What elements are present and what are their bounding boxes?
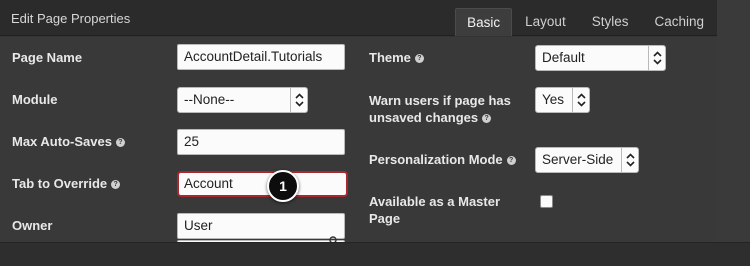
up-down-chevron-icon (290, 88, 307, 112)
question-circle-icon[interactable]: ? (506, 156, 516, 165)
module-select[interactable]: --None-- (177, 87, 308, 113)
up-down-chevron-icon (621, 148, 638, 172)
master-page-checkbox[interactable] (540, 195, 553, 208)
tab-layout[interactable]: Layout (512, 8, 579, 36)
properties-form: Page Name AccountDetail.Tutorials Module… (0, 37, 717, 252)
question-circle-icon[interactable]: ? (115, 138, 125, 147)
personalization-select[interactable]: Server-Side (535, 147, 639, 173)
theme-label-text: Theme (369, 50, 411, 65)
tab-bar: Basic Layout Styles Caching (455, 8, 717, 36)
owner-label: Owner (12, 218, 53, 233)
warn-unsaved-label-line2-wrap: unsaved changes? (369, 109, 511, 126)
warn-unsaved-label-line2: unsaved changes (369, 110, 479, 125)
personalization-label-text: Personalization Mode (369, 152, 503, 167)
module-select-value: --None-- (184, 92, 235, 107)
tab-basic[interactable]: Basic (455, 8, 513, 36)
tab-caching[interactable]: Caching (641, 8, 717, 36)
warn-unsaved-label-line1: Warn users if page has (369, 93, 511, 108)
tab-to-override-input[interactable]: Account (177, 171, 348, 197)
personalization-label: Personalization Mode? (369, 151, 516, 168)
question-circle-icon[interactable]: ? (414, 54, 424, 63)
tab-to-override-label-text: Tab to Override (12, 176, 108, 191)
question-circle-icon[interactable]: ? (111, 180, 121, 189)
warn-unsaved-select[interactable]: Yes (535, 87, 590, 113)
master-page-label-line1: Available as a Master (369, 194, 501, 209)
up-down-chevron-icon (572, 88, 589, 112)
max-auto-saves-label: Max Auto-Saves? (12, 133, 125, 150)
tab-styles[interactable]: Styles (579, 8, 642, 36)
step-marker: 1 (267, 170, 299, 202)
owner-input[interactable]: User (177, 213, 345, 239)
master-page-label-line2: Page (369, 211, 401, 226)
personalization-select-value: Server-Side (542, 152, 614, 167)
theme-label: Theme? (369, 49, 424, 66)
module-label: Module (12, 92, 58, 107)
up-down-chevron-icon (648, 46, 665, 70)
question-circle-icon[interactable]: ? (482, 114, 492, 123)
max-auto-saves-input[interactable]: 25 (177, 129, 345, 155)
theme-select[interactable]: Default (535, 45, 666, 71)
warn-unsaved-label: Warn users if page has unsaved changes? (369, 92, 511, 126)
max-auto-saves-label-text: Max Auto-Saves (12, 134, 112, 149)
master-page-label: Available as a Master Page (369, 193, 500, 227)
dialog-footer (0, 242, 750, 266)
scroll-gutter (717, 0, 750, 266)
theme-select-value: Default (542, 50, 585, 65)
tab-to-override-label: Tab to Override? (12, 175, 121, 192)
warn-unsaved-select-value: Yes (542, 92, 565, 107)
dialog-header: Edit Page Properties Basic Layout Styles… (0, 0, 717, 36)
edit-page-properties-window: Edit Page Properties Basic Layout Styles… (0, 0, 750, 266)
dialog-title: Edit Page Properties (11, 11, 131, 26)
page-name-label: Page Name (12, 50, 83, 65)
page-name-input[interactable]: AccountDetail.Tutorials (177, 44, 345, 70)
